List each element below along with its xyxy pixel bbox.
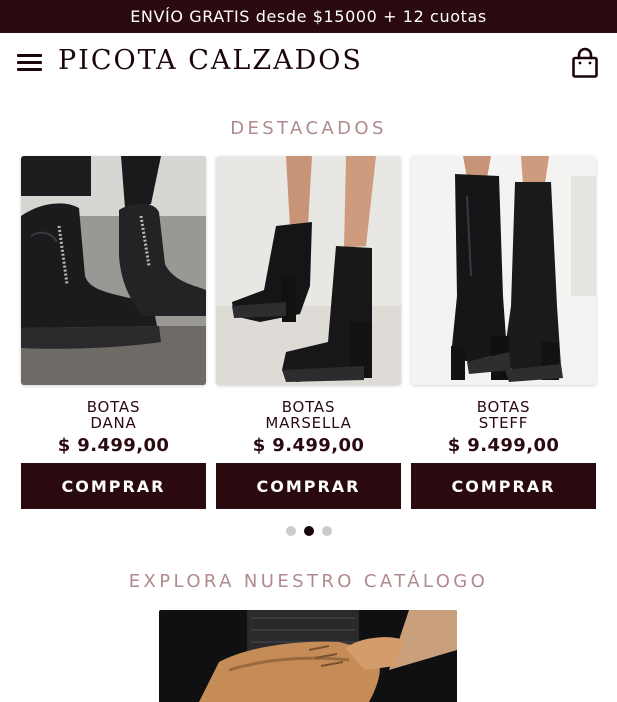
carousel-pagination — [0, 526, 617, 536]
product-price: $ 9.499,00 — [447, 435, 560, 456]
product-name: BOTAS DANA — [86, 398, 141, 432]
product-image-marsella[interactable] — [216, 156, 401, 385]
product-card: BOTAS STEFF $ 9.499,00 COMPRAR — [411, 156, 596, 509]
brand-logo[interactable]: PICOTA CALZADOS — [58, 45, 363, 76]
buy-button[interactable]: COMPRAR — [21, 463, 206, 509]
featured-section-title: DESTACADOS — [230, 118, 387, 139]
catalog-banner-image[interactable] — [159, 610, 457, 702]
product-card: BOTAS MARSELLA $ 9.499,00 COMPRAR — [216, 156, 401, 509]
carousel-dot-1[interactable] — [285, 526, 296, 536]
carousel-dot-2[interactable] — [303, 526, 314, 536]
product-price: $ 9.499,00 — [57, 435, 170, 456]
catalog-section-title: EXPLORA NUESTRO CATÁLOGO — [128, 571, 489, 592]
promo-text: ENVÍO GRATIS desde $15000 + 12 cuotas — [130, 7, 487, 26]
site-header: PICOTA CALZADOS — [0, 33, 617, 95]
product-name: BOTAS MARSELLA — [265, 398, 352, 432]
carousel-dot-3[interactable] — [321, 526, 332, 536]
hamburger-menu-icon[interactable] — [17, 53, 43, 73]
product-image-steff[interactable] — [411, 156, 596, 385]
buy-button[interactable]: COMPRAR — [411, 463, 596, 509]
product-card: BOTAS DANA $ 9.499,00 COMPRAR — [21, 156, 206, 509]
shopping-bag-icon[interactable] — [570, 47, 600, 79]
promo-bar: ENVÍO GRATIS desde $15000 + 12 cuotas — [0, 0, 617, 33]
product-name: BOTAS STEFF — [476, 398, 531, 432]
product-image-dana[interactable] — [21, 156, 206, 385]
buy-button[interactable]: COMPRAR — [216, 463, 401, 509]
product-price: $ 9.499,00 — [252, 435, 365, 456]
